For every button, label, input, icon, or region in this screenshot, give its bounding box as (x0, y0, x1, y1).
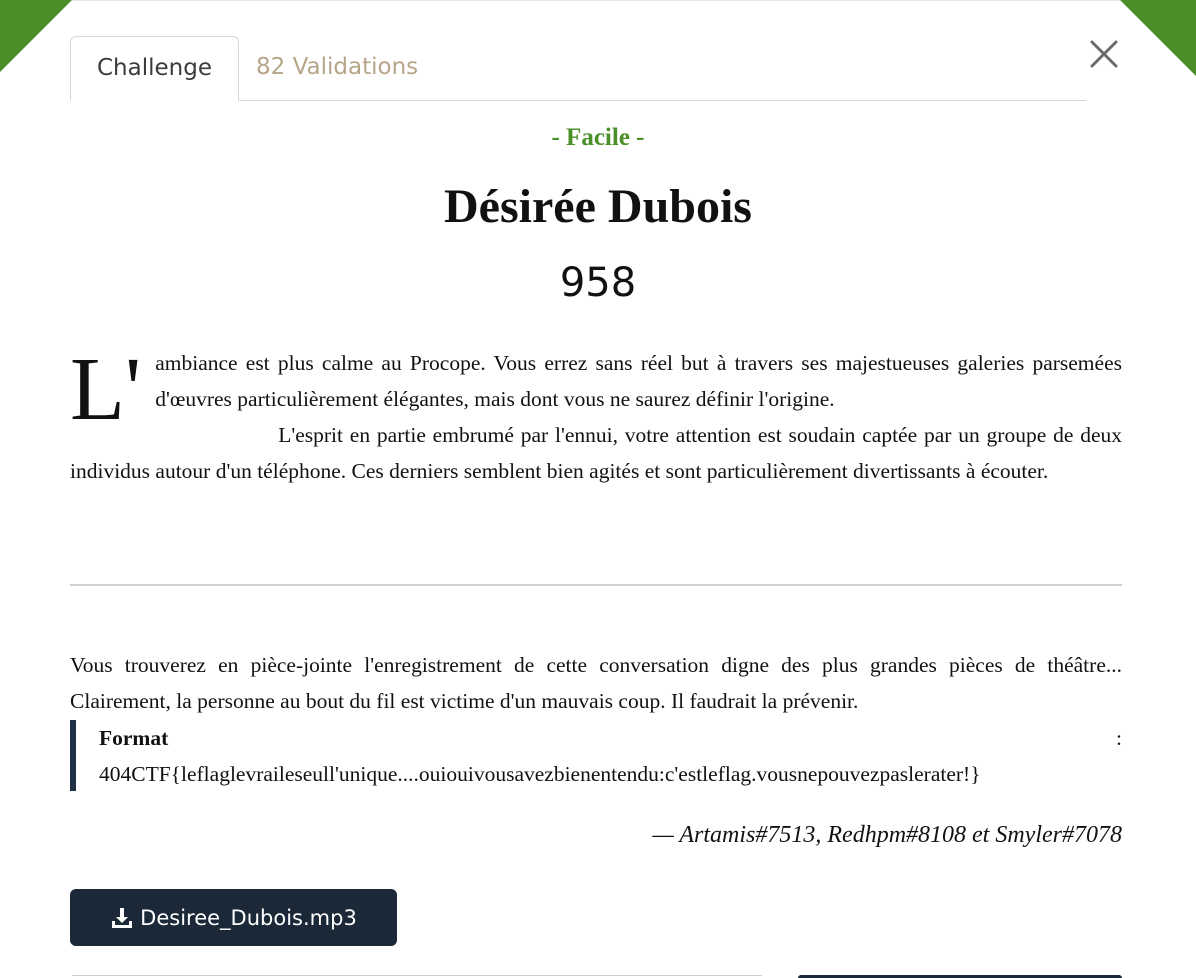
story-paragraph-1-text: ambiance est plus calme au Procope. Vous… (155, 351, 1122, 411)
challenge-description: Vous trouverez en pièce-jointe l'enregis… (70, 653, 1122, 713)
section-divider (70, 584, 1122, 586)
corner-ribbon-right (1120, 0, 1196, 76)
tab-challenge[interactable]: Challenge (70, 36, 239, 101)
corner-ribbon-left (0, 0, 72, 72)
download-button-label: Desiree_Dubois.mp3 (140, 905, 357, 930)
story-paragraph-1: L' ambiance est plus calme au Procope. Vo… (70, 345, 1122, 435)
top-rule (0, 0, 1196, 1)
story-paragraph-2: L'esprit en partie embrumé par l'ennui, … (70, 423, 1122, 483)
drop-cap: L' (70, 340, 142, 439)
challenge-title: Désirée Dubois (444, 180, 752, 233)
download-attachment-button[interactable]: Desiree_Dubois.mp3 (70, 889, 397, 946)
format-blockquote: Format : 404CTF{leflaglevraileseull'uniq… (70, 720, 1122, 791)
challenge-tabs: Challenge 82 Validations (70, 36, 1086, 101)
format-label: Format (99, 726, 169, 750)
story-text: L' ambiance est plus calme au Procope. Vo… (70, 345, 1122, 489)
download-icon (112, 907, 133, 928)
flag-format-example: 404CTF{leflaglevraileseull'unique....oui… (99, 762, 981, 786)
tab-validations[interactable]: 82 Validations (230, 36, 444, 99)
challenge-authors: — Artamis#7513, Redhpm#8108 et Smyler#70… (652, 822, 1122, 848)
close-icon (1090, 40, 1118, 68)
difficulty-label: - Facile - (551, 124, 645, 151)
format-heading-line: Format : (99, 720, 1122, 756)
close-button[interactable] (1086, 36, 1122, 72)
challenge-points: 958 (559, 260, 637, 306)
format-colon: : (1116, 726, 1122, 750)
